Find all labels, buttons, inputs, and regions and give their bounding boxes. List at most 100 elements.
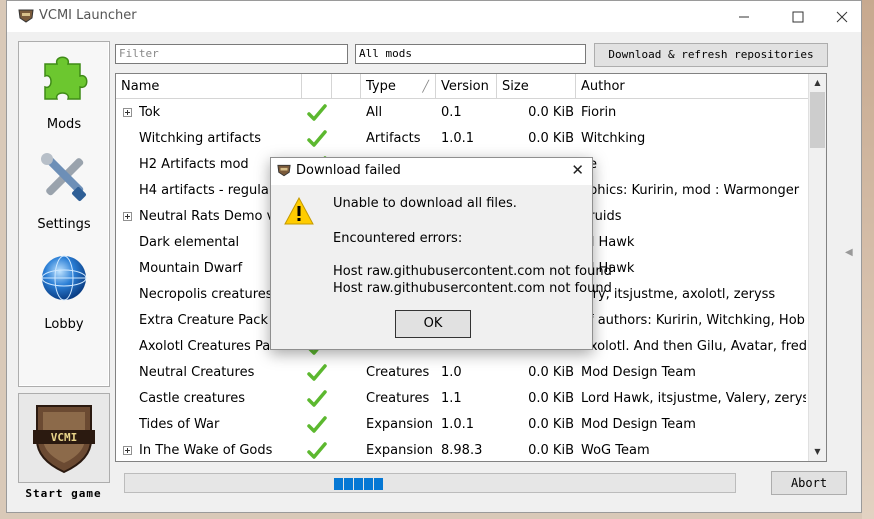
progress-segment	[364, 478, 373, 490]
dialog-close-icon[interactable]: ✕	[571, 161, 584, 179]
filter-placeholder: Filter	[119, 47, 159, 60]
minimize-button[interactable]	[721, 1, 767, 32]
mod-author: druids	[581, 209, 622, 224]
dialog-error-line: Host raw.githubusercontent.com not found	[333, 281, 612, 296]
sidebar-item-settings[interactable]: Settings	[19, 142, 109, 240]
sidebar-item-mods[interactable]: Mods	[19, 42, 109, 140]
table-row[interactable]: Castle creatures Creatures 1.1 0.0 KiB Lord …	[116, 386, 808, 412]
dialog-message: Unable to download all files.	[333, 196, 517, 211]
sidebar: Mods Settings Lobby	[18, 41, 110, 387]
table-row[interactable]: In The Wake of Gods Expansion 8.98.3 0.0 Ki…	[116, 438, 808, 461]
mod-author: ef authors: Kuririn, Witchking, Hob...	[581, 313, 806, 328]
mod-name: Tok	[139, 105, 161, 120]
mod-type: All	[366, 105, 383, 120]
globe-icon	[41, 255, 87, 301]
download-progress-bar	[124, 473, 736, 493]
mod-author: Fiorin	[581, 105, 617, 120]
progress-segment	[334, 478, 343, 490]
mod-author: Axolotl. And then Gilu, Avatar, fred79..…	[581, 339, 806, 354]
checkmark-icon[interactable]	[307, 415, 327, 435]
mod-version: 8.98.3	[441, 443, 483, 458]
mod-size: 0.0 KiB	[528, 391, 574, 406]
minimize-icon	[739, 16, 749, 17]
mod-name: Witchking artifacts	[139, 131, 262, 146]
column-header-version[interactable]: Version	[436, 74, 497, 99]
sort-indicator-icon: ╱	[422, 80, 429, 93]
mod-version: 1.0.1	[441, 131, 475, 146]
maximize-button[interactable]	[775, 1, 821, 32]
checkmark-icon[interactable]	[307, 441, 327, 461]
mod-version: 1.0.1	[441, 417, 475, 432]
expand-icon[interactable]	[123, 212, 132, 221]
collapse-arrow-icon[interactable]: ◀	[845, 247, 853, 258]
checkmark-icon[interactable]	[307, 103, 327, 123]
expand-icon[interactable]	[123, 446, 132, 455]
checkmark-icon[interactable]	[307, 363, 327, 383]
mod-author: ee	[581, 152, 806, 178]
mod-name: In The Wake of Gods	[139, 443, 273, 458]
mod-size: 0.0 KiB	[528, 365, 574, 380]
mod-author: WoG Team	[581, 443, 650, 458]
vcmi-logo-icon: VCMI	[33, 405, 95, 474]
table-row[interactable]: Tides of War Expansion 1.0.1 0.0 KiB Mod Des…	[116, 412, 808, 438]
close-icon	[836, 11, 848, 22]
progress-segment	[354, 478, 363, 490]
mod-version: 0.1	[441, 105, 462, 120]
mod-size: 0.0 KiB	[528, 131, 574, 146]
column-header-author[interactable]: Author	[576, 74, 808, 99]
filter-input[interactable]: Filter	[115, 44, 348, 64]
warning-icon	[284, 197, 314, 225]
puzzle-icon	[44, 56, 88, 100]
app-icon	[277, 164, 291, 177]
window-title: VCMI Launcher	[39, 8, 137, 23]
start-game-button[interactable]: VCMI	[18, 393, 110, 483]
column-header-size[interactable]: Size	[497, 74, 576, 99]
column-header-update[interactable]	[332, 74, 361, 99]
table-row[interactable]: Tok All 0.1 0.0 KiB Fiorin	[116, 100, 808, 126]
dialog-title-bar: Download failed ✕	[271, 158, 592, 185]
dialog-title: Download failed	[296, 163, 401, 178]
table-scrollbar[interactable]: ▲ ▼	[808, 74, 826, 461]
column-header-type[interactable]: Type ╱	[361, 74, 436, 99]
checkmark-icon[interactable]	[307, 389, 327, 409]
mod-author: lery, itsjustme, axolotl, zeryss	[581, 287, 776, 302]
checkmark-icon[interactable]	[307, 129, 327, 149]
column-header-type-label: Type	[366, 79, 396, 94]
sidebar-item-lobby[interactable]: Lobby	[19, 242, 109, 340]
sidebar-item-label: Lobby	[44, 317, 84, 332]
mod-size: 0.0 KiB	[528, 105, 574, 120]
mod-name: Tides of War	[139, 417, 220, 432]
app-icon	[18, 9, 34, 23]
table-row[interactable]: Neutral Creatures Creatures 1.0 0.0 KiB Mod …	[116, 360, 808, 386]
mods-filter-value: All mods	[359, 47, 412, 60]
table-row[interactable]: Witchking artifacts Artifacts 1.0.1 0.0 KiB…	[116, 126, 808, 152]
logo-text: VCMI	[51, 431, 78, 444]
abort-button[interactable]: Abort	[771, 471, 847, 495]
mod-type: Expansion	[366, 417, 433, 432]
expand-icon[interactable]	[123, 108, 132, 117]
start-game-label: Start game	[25, 487, 102, 500]
ok-button[interactable]: OK	[395, 310, 471, 338]
tools-icon	[41, 153, 86, 201]
progress-segment	[374, 478, 383, 490]
mod-type: Creatures	[366, 365, 430, 380]
scroll-down-icon[interactable]: ▼	[809, 443, 826, 460]
desktop-background	[862, 0, 874, 519]
mod-type: Artifacts	[366, 131, 421, 146]
mod-author: Lord Hawk, itsjustme, Valery, zeryss	[581, 391, 806, 406]
column-header-enabled[interactable]	[302, 74, 332, 99]
mod-author: aphics: Kuririn, mod : Warmonger	[581, 183, 800, 198]
refresh-repositories-button[interactable]: Download & refresh repositories	[594, 43, 828, 67]
mods-filter-select[interactable]: All mods	[355, 44, 586, 64]
mod-name: Neutral Creatures	[139, 365, 255, 380]
progress-segment	[344, 478, 353, 490]
scroll-thumb[interactable]	[810, 92, 825, 148]
mod-author: Mod Design Team	[581, 365, 696, 380]
sidebar-item-label: Mods	[46, 117, 82, 132]
scroll-up-icon[interactable]: ▲	[809, 74, 826, 91]
column-header-name[interactable]: Name	[116, 74, 302, 99]
mod-author: rd Hawk	[581, 235, 635, 250]
mod-name: Castle creatures	[139, 391, 245, 406]
close-button[interactable]	[819, 1, 861, 32]
mod-author: Witchking	[581, 131, 646, 146]
